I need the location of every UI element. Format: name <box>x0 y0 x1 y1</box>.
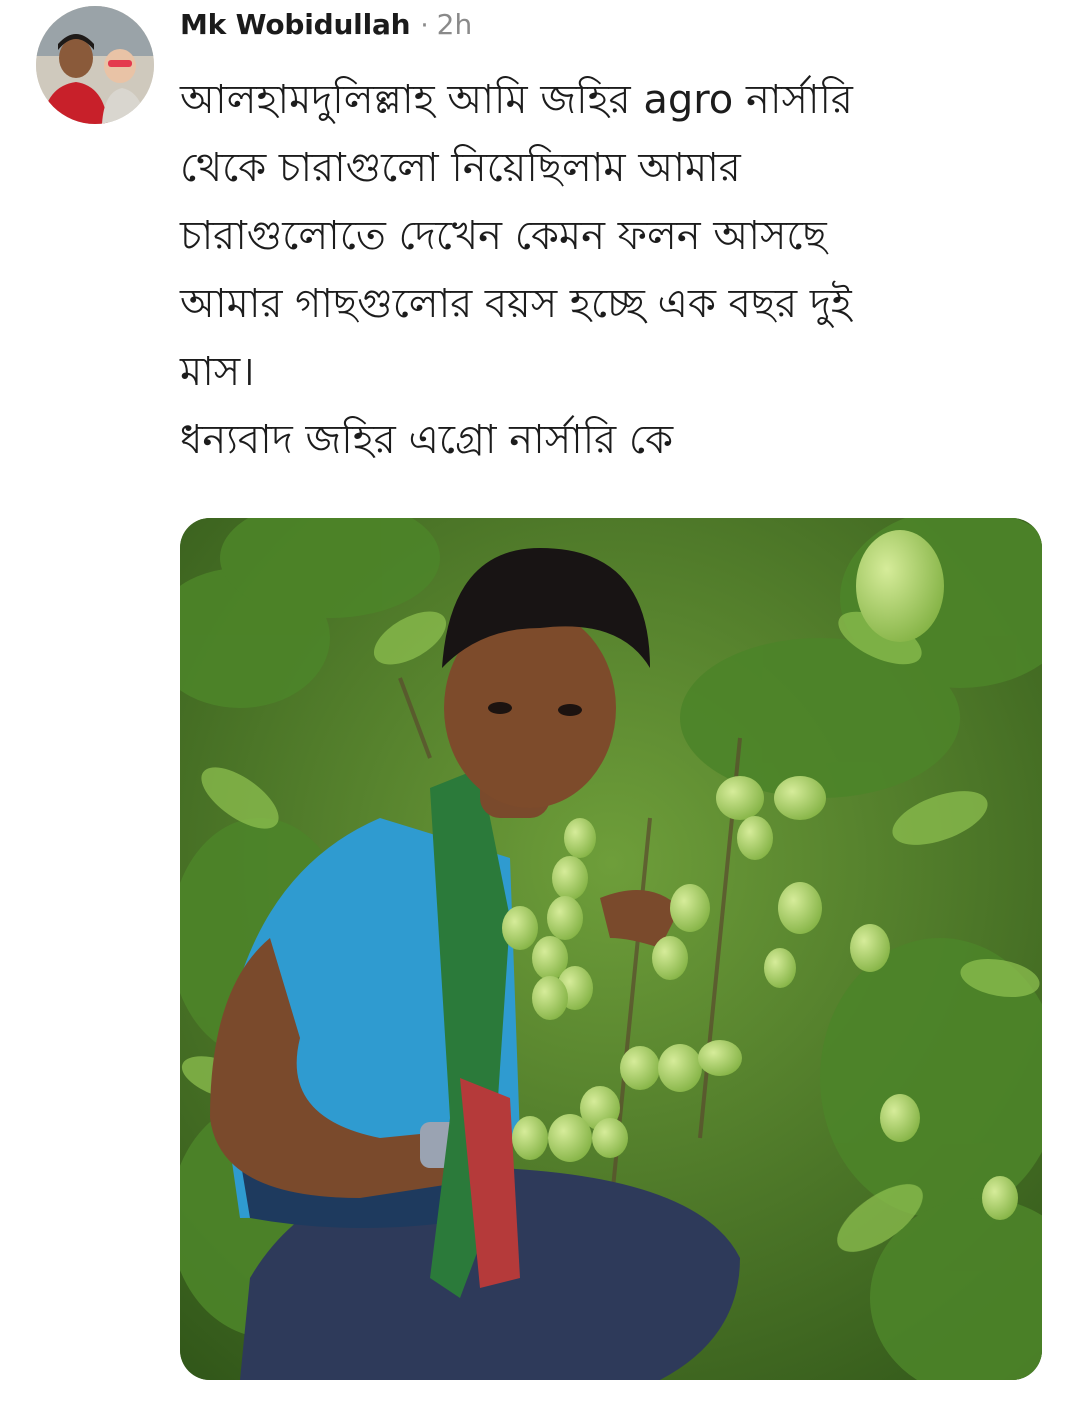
post-text-line: আমার গাছগুলোর বয়স হচ্ছে এক বছর দুই <box>180 281 852 327</box>
post-header: Mk Wobidullah · 2h <box>180 8 472 48</box>
post-text-line: মাস। <box>180 349 255 395</box>
post-photo-icon <box>180 518 1042 1380</box>
meta-separator: · <box>420 11 429 41</box>
author-name[interactable]: Mk Wobidullah <box>180 8 411 41</box>
post-timestamp[interactable]: 2h <box>437 8 473 41</box>
post-text-line: ধন্যবাদ জহির এগ্রো নার্সারি কে <box>180 417 674 463</box>
social-post: Mk Wobidullah · 2h আলহামদুলিল্লাহ আমি জহ… <box>0 0 1072 1404</box>
post-text: আলহামদুলিল্লাহ আমি জহির agro নার্সারি থে… <box>180 66 1040 474</box>
post-text-line: আলহামদুলিল্লাহ আমি জহির agro নার্সারি <box>180 77 853 123</box>
avatar[interactable] <box>36 6 154 124</box>
post-text-line: থেকে চারাগুলো নিয়েছিলাম আমার <box>180 145 741 191</box>
profile-photo-icon <box>36 6 154 124</box>
post-text-line: চারাগুলোতে দেখেন কেমন ফলন আসছে <box>180 213 827 259</box>
post-photo[interactable] <box>180 518 1042 1380</box>
